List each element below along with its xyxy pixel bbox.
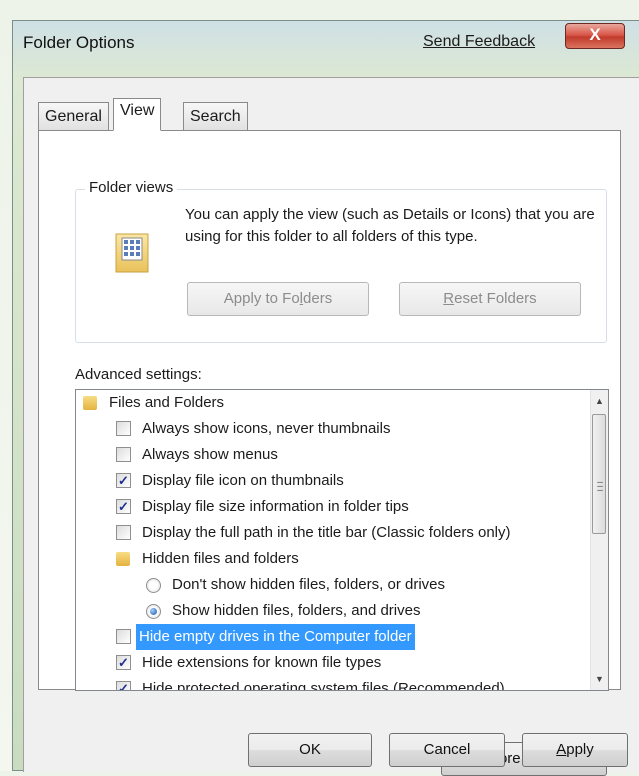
tree-item-label: Always show icons, never thumbnails: [142, 420, 391, 437]
folder-views-label: Folder views: [85, 179, 178, 196]
tree-group-hidden-files[interactable]: Hidden files and folders: [76, 546, 302, 572]
close-button[interactable]: X: [565, 23, 625, 49]
apply-to-folders-label-b: ders: [303, 290, 333, 307]
tree-item-label: Hide protected operating system files (R…: [142, 680, 505, 691]
apply-label: pply: [566, 741, 594, 758]
close-icon: X: [589, 25, 601, 44]
tree-item-label-selected: Hide empty drives in the Computer folder: [135, 623, 416, 651]
checkbox[interactable]: [116, 421, 131, 436]
advanced-settings-label: Advanced settings:: [75, 366, 202, 383]
apply-button[interactable]: Apply: [522, 733, 628, 767]
vertical-scrollbar[interactable]: ▲ – – – ▼: [590, 390, 608, 690]
tree-item-label: Display file icon on thumbnails: [142, 472, 344, 489]
checkbox[interactable]: [116, 447, 131, 462]
tab-general[interactable]: General: [38, 102, 109, 130]
folder-icon: [83, 396, 97, 410]
ok-label: OK: [299, 741, 321, 758]
apply-to-folders-label-a: Apply to Fo: [223, 290, 300, 307]
tree-item-label: Hide extensions for known file types: [142, 654, 382, 671]
tree-item-label: Don't show hidden files, folders, or dri…: [172, 576, 445, 593]
dialog-client-area: General View Search Folder views You can…: [23, 77, 639, 776]
option-display-full-path[interactable]: Display the full path in the title bar (…: [76, 520, 514, 546]
grip-icon: – – –: [597, 477, 603, 496]
ok-button[interactable]: OK: [248, 733, 372, 767]
option-hide-extensions[interactable]: ✓ Hide extensions for known file types: [76, 650, 384, 676]
tree-item-label: Show hidden files, folders, and drives: [172, 602, 421, 619]
checkbox-checked[interactable]: ✓: [116, 655, 131, 670]
send-feedback-link[interactable]: Send Feedback: [423, 33, 535, 51]
title-bar[interactable]: Folder Options Send Feedback X: [13, 21, 639, 65]
option-display-file-size[interactable]: ✓ Display file size information in folde…: [76, 494, 412, 520]
radio-button[interactable]: [146, 578, 161, 593]
tab-search[interactable]: Search: [183, 102, 248, 130]
option-always-show-icons[interactable]: Always show icons, never thumbnails: [76, 416, 393, 442]
tab-view[interactable]: View: [113, 98, 162, 131]
option-show-hidden[interactable]: Show hidden files, folders, and drives: [76, 598, 423, 624]
checkbox[interactable]: [116, 525, 131, 540]
option-display-file-icon[interactable]: ✓ Display file icon on thumbnails: [76, 468, 347, 494]
radio-dot: [150, 608, 157, 615]
folder-options-window: Folder Options Send Feedback X General V…: [12, 20, 639, 776]
reset-folders-label: eset Folders: [454, 290, 537, 307]
cancel-button[interactable]: Cancel: [389, 733, 505, 767]
apply-accel: A: [556, 741, 567, 758]
tree-item-label: Always show menus: [142, 446, 278, 463]
radio-button-selected[interactable]: [146, 604, 161, 619]
checkbox-checked[interactable]: ✓: [116, 499, 131, 514]
scroll-down-arrow-icon[interactable]: ▼: [591, 670, 608, 688]
advanced-settings-tree[interactable]: Files and Folders Always show icons, nev…: [75, 389, 609, 691]
reset-folders-accel: R: [443, 290, 455, 307]
tree-item-label: Display the full path in the title bar (…: [142, 524, 511, 541]
window-title: Folder Options: [23, 33, 135, 52]
tree-item-label: Files and Folders: [109, 394, 225, 411]
tree-group-files-and-folders[interactable]: Files and Folders: [76, 390, 227, 416]
scroll-thumb[interactable]: – – –: [592, 414, 606, 534]
checkbox-checked[interactable]: ✓: [116, 473, 131, 488]
folder-view-grid-icon: [115, 233, 149, 273]
checkbox-checked[interactable]: ✓: [116, 681, 131, 690]
folder-icon: [116, 552, 130, 566]
tree-item-label: Hidden files and folders: [142, 550, 299, 567]
scroll-up-arrow-icon[interactable]: ▲: [591, 392, 608, 410]
view-tab-panel: Folder views You can apply the view (suc…: [38, 130, 621, 776]
checkbox[interactable]: [116, 629, 131, 644]
reset-folders-button[interactable]: Reset Folders: [399, 282, 581, 316]
folder-views-description: You can apply the view (such as Details …: [185, 206, 595, 245]
option-hide-empty-drives[interactable]: Hide empty drives in the Computer folder: [76, 623, 416, 651]
apply-to-folders-button[interactable]: Apply to Folders: [187, 282, 369, 316]
tree-item-label: Display file size information in folder …: [142, 498, 409, 515]
option-hide-protected-files[interactable]: ✓ Hide protected operating system files …: [76, 676, 508, 691]
option-always-show-menus[interactable]: Always show menus: [76, 442, 281, 468]
option-dont-show-hidden[interactable]: Don't show hidden files, folders, or dri…: [76, 572, 448, 598]
cancel-label: Cancel: [423, 741, 471, 758]
